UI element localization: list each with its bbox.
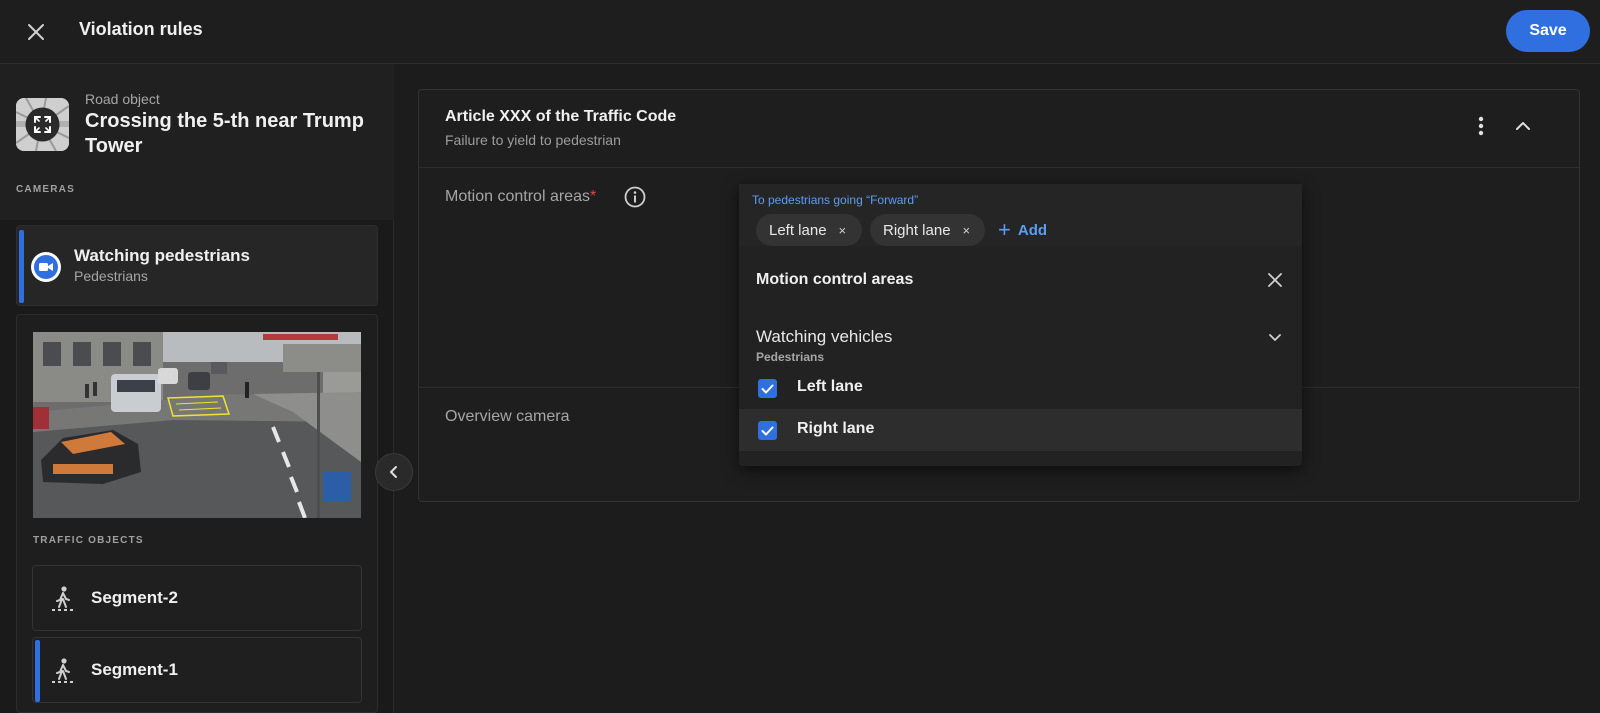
camera-name: Watching pedestrians	[74, 246, 251, 265]
required-mark: *	[589, 188, 597, 205]
add-area-button[interactable]: + Add	[998, 217, 1047, 243]
motion-areas-dropdown: To pedestrians going “Forward” Left lane…	[739, 184, 1302, 466]
collapse-sidebar-button[interactable]	[375, 453, 413, 491]
motion-control-areas-label: Motion control areas*	[445, 188, 596, 206]
camera-type: Pedestrians	[74, 268, 148, 284]
road-object-header: Road object Crossing the 5-th near Trump…	[0, 64, 394, 220]
plus-icon: +	[998, 217, 1011, 242]
close-button[interactable]	[22, 18, 50, 46]
chip-label: Left lane	[769, 221, 827, 239]
motion-label-text: Motion control areas	[445, 188, 590, 205]
chip-remove-icon[interactable]: ×	[839, 223, 847, 238]
close-icon	[28, 24, 44, 40]
checkbox-checked[interactable]	[758, 379, 777, 398]
dropdown-heading: Motion control areas	[756, 271, 914, 288]
selected-indicator	[35, 640, 40, 702]
video-camera-icon	[31, 252, 61, 282]
rule-subtitle: Failure to yield to pedestrian	[445, 132, 621, 148]
camera-panel: TRAFFIC OBJECTS Segment-2 Segment-1	[16, 314, 378, 713]
traffic-objects-section-label: TRAFFIC OBJECTS	[33, 535, 144, 546]
page-title: Violation rules	[79, 19, 203, 39]
rule-title: Article XXX of the Traffic Code	[445, 108, 677, 125]
cameras-section-label: CAMERAS	[16, 184, 75, 195]
segment-item-segment-1[interactable]: Segment-1	[32, 637, 362, 703]
divider	[419, 167, 1579, 168]
camera-preview-image	[33, 332, 361, 518]
road-object-kicker: Road object	[85, 91, 160, 107]
segment-label: Segment-2	[91, 588, 178, 607]
checkbox-checked[interactable]	[758, 421, 777, 440]
add-label: Add	[1017, 221, 1048, 239]
chevron-left-icon	[390, 466, 397, 478]
check-icon	[761, 426, 774, 435]
check-icon	[761, 384, 774, 393]
pedestrian-icon	[52, 658, 73, 683]
camera-group-type: Pedestrians	[756, 350, 825, 364]
option-label: Left lane	[797, 378, 863, 395]
direction-hint: To pedestrians going “Forward”	[752, 193, 919, 207]
top-bar: Violation rules Save	[0, 0, 1600, 64]
segment-item-segment-2[interactable]: Segment-2	[32, 565, 362, 631]
chip-left-lane[interactable]: Left lane ×	[756, 214, 862, 246]
selected-areas-field[interactable]: To pedestrians going “Forward” Left lane…	[739, 184, 1302, 246]
chip-right-lane[interactable]: Right lane ×	[870, 214, 985, 246]
road-object-name: Crossing the 5-th near Trump Tower	[85, 110, 364, 157]
more-vertical-icon	[1478, 116, 1484, 136]
expand-group-button[interactable]	[1262, 324, 1288, 350]
camera-group-name: Watching vehicles	[756, 327, 893, 346]
road-object-icon	[16, 98, 69, 151]
chip-label: Right lane	[883, 221, 951, 239]
option-left-lane[interactable]: Left lane	[739, 367, 1302, 409]
chevron-down-icon	[1269, 333, 1281, 341]
chevron-up-icon	[1516, 122, 1530, 130]
more-options-button[interactable]	[1467, 112, 1495, 140]
pedestrian-icon	[52, 586, 73, 611]
sidebar: Road object Crossing the 5-th near Trump…	[0, 64, 394, 713]
option-label: Right lane	[797, 420, 875, 437]
camera-card[interactable]: Watching pedestrians Pedestrians	[16, 225, 378, 306]
selected-indicator	[19, 230, 24, 303]
collapse-rule-button[interactable]	[1509, 112, 1537, 140]
close-icon	[1268, 273, 1282, 287]
segment-label: Segment-1	[91, 660, 178, 679]
dropdown-close-button[interactable]	[1262, 267, 1288, 293]
chip-remove-icon[interactable]: ×	[963, 223, 971, 238]
overview-camera-label: Overview camera	[445, 408, 570, 425]
info-icon[interactable]	[623, 185, 647, 209]
save-button[interactable]: Save	[1506, 10, 1590, 52]
option-right-lane[interactable]: Right lane	[739, 409, 1302, 451]
